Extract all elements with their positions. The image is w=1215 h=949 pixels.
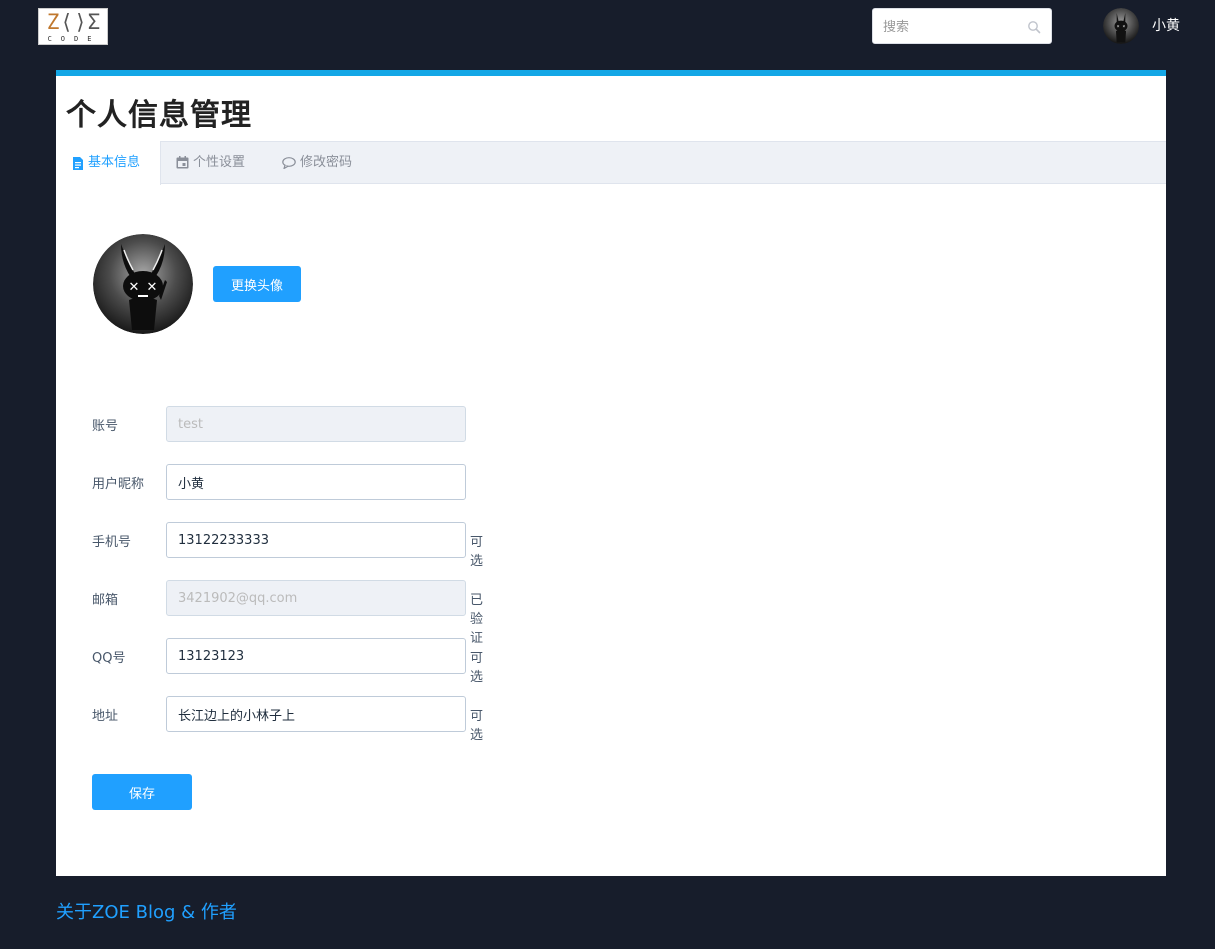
account-label: 账号 (92, 419, 119, 434)
tab-basic-info[interactable]: 基本信息 (56, 141, 161, 185)
change-avatar-button[interactable]: 更换头像 (213, 266, 301, 302)
calendar-icon (176, 156, 189, 169)
user-avatar[interactable]: ✕ ✕ (1103, 8, 1139, 44)
svg-text:✕: ✕ (1117, 24, 1120, 28)
tab-label: 修改密码 (300, 154, 353, 170)
tab-bar: 基本信息 个性设置 修改密码 (56, 141, 1166, 185)
nickname-label: 用户昵称 (92, 477, 145, 492)
address-field[interactable] (166, 696, 466, 732)
svg-text:✕: ✕ (147, 280, 158, 295)
search-box[interactable] (872, 8, 1052, 44)
phone-label: 手机号 (92, 535, 132, 550)
chat-bubble-icon (282, 156, 296, 169)
profile-avatar: ✕ ✕ (93, 234, 193, 334)
email-verified-hint: 已验证 (470, 593, 484, 646)
search-icon[interactable] (1027, 20, 1041, 34)
search-input[interactable] (883, 17, 1023, 37)
profile-card: 个人信息管理 基本信息 个性设置 修改密码 ✕ ✕ 更换头像 账号 test 用… (56, 70, 1166, 876)
phone-hint: 可选 (470, 535, 484, 569)
tab-personal-settings[interactable]: 个性设置 (176, 141, 245, 184)
tab-label: 个性设置 (193, 154, 246, 170)
email-label: 邮箱 (92, 593, 119, 608)
logo-mark: Z⟨⟩Σ (46, 10, 102, 34)
logo-subtext: CODE (47, 35, 101, 43)
page-title: 个人信息管理 (66, 98, 252, 133)
qq-field[interactable] (166, 638, 466, 674)
phone-field[interactable] (166, 522, 466, 558)
qq-hint: 可选 (470, 651, 484, 685)
save-button[interactable]: 保存 (92, 774, 192, 810)
site-logo[interactable]: Z⟨⟩Σ CODE (38, 8, 108, 45)
qq-label: QQ号 (92, 651, 126, 666)
address-label: 地址 (92, 709, 119, 724)
svg-text:✕: ✕ (1122, 24, 1125, 28)
address-hint: 可选 (470, 709, 484, 743)
about-link[interactable]: 关于ZOE Blog & 作者 (56, 898, 237, 924)
nickname-field[interactable] (166, 464, 466, 500)
tab-change-password[interactable]: 修改密码 (282, 141, 352, 184)
document-icon (73, 156, 83, 170)
svg-text:✕: ✕ (129, 280, 140, 295)
email-field (166, 580, 466, 616)
tab-label: 基本信息 (88, 155, 141, 170)
nav-username[interactable]: 小黄 (1152, 15, 1180, 35)
account-field (166, 406, 466, 442)
